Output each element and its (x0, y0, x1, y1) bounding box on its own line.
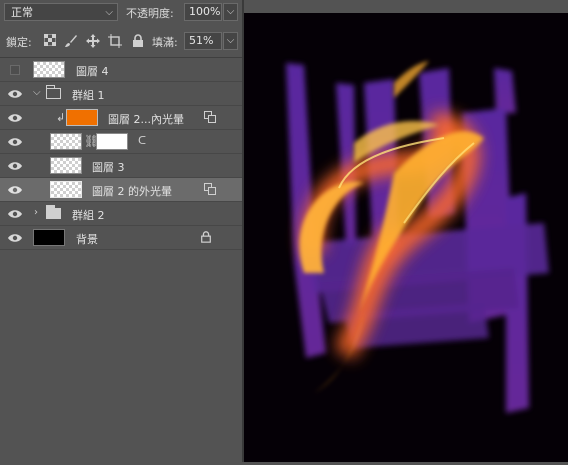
blend-mode-select[interactable]: 正常 ⌵ (4, 3, 118, 21)
eye-icon[interactable] (7, 160, 23, 172)
folder-closed-icon (46, 205, 61, 219)
lock-artboard-icon[interactable] (108, 34, 122, 48)
layer-row-layer4[interactable]: 圖層 4 (0, 58, 242, 82)
layer-name: 圖層 4 (76, 65, 109, 78)
layer-row-group1[interactable]: ⌵ 群組 1 (0, 82, 242, 106)
eye-icon[interactable] (7, 232, 23, 244)
lock-icon (201, 231, 211, 243)
clipping-arrow-icon: ↲ (56, 111, 66, 124)
layer-thumbnail (50, 181, 82, 198)
visibility-off-icon[interactable] (10, 65, 20, 75)
artwork (244, 13, 568, 462)
lock-image-pixels-icon[interactable] (64, 34, 78, 48)
eye-icon[interactable] (7, 136, 23, 148)
layer-thumbnail (33, 229, 65, 246)
fill-input[interactable]: 51% (184, 32, 222, 50)
lock-all-icon[interactable] (131, 34, 145, 48)
opacity-dropdown-button[interactable]: ⌵ (223, 3, 238, 21)
layer-thumbnail (33, 61, 65, 78)
layer-name: 背景 (76, 233, 98, 246)
blend-opacity-row: 正常 ⌵ 不透明度: 100% ⌵ (0, 0, 242, 26)
lock-position-icon[interactable] (86, 34, 100, 48)
folder-open-icon (46, 85, 61, 99)
mask-feather-icon: ᑕ (138, 134, 147, 147)
layer-thumbnail (66, 109, 98, 126)
layer-name: 圖層 2 的外光暈 (92, 185, 172, 198)
eye-icon[interactable] (7, 112, 23, 124)
eye-icon[interactable] (7, 208, 23, 220)
layer-name: 群組 1 (72, 89, 105, 102)
layer-name: 群組 2 (72, 209, 105, 222)
eye-icon[interactable] (7, 184, 23, 196)
opacity-input[interactable]: 100% (184, 3, 222, 21)
layer-name: 圖層 3 (92, 161, 125, 174)
layer-row-background[interactable]: 背景 (0, 226, 242, 250)
document-canvas[interactable] (244, 13, 568, 462)
lock-fill-row: 鎖定: 填滿: 51% ⌵ (0, 27, 242, 55)
layer-name: 圖層 2...內光暈 (108, 113, 184, 126)
smart-object-icon (204, 183, 216, 195)
layer-thumbnail (50, 133, 82, 150)
lock-transparent-pixels-icon[interactable] (43, 33, 57, 48)
blend-mode-value: 正常 (11, 6, 33, 19)
layer-thumbnail (50, 157, 82, 174)
smart-object-icon (204, 111, 216, 123)
layer-mask-thumbnail[interactable] (96, 133, 128, 150)
lock-label: 鎖定: (6, 36, 32, 49)
canvas-area[interactable] (244, 0, 568, 462)
fill-dropdown-button[interactable]: ⌵ (223, 32, 238, 50)
layer-row-inner-glow[interactable]: ↲ 圖層 2...內光暈 (0, 106, 242, 130)
fill-label: 填滿: (152, 36, 178, 49)
eye-icon[interactable] (7, 88, 23, 100)
layer-row-masked[interactable]: ⛓ ᑕ (0, 130, 242, 154)
chevron-down-icon[interactable]: ⌵ (33, 87, 41, 98)
chevron-right-icon[interactable]: › (34, 207, 38, 218)
layer-row-group2[interactable]: › 群組 2 (0, 202, 242, 226)
layer-row-layer3[interactable]: 圖層 3 (0, 154, 242, 178)
opacity-label: 不透明度: (126, 7, 174, 20)
chevron-down-icon: ⌵ (105, 7, 113, 18)
layers-panel: 正常 ⌵ 不透明度: 100% ⌵ 鎖定: 填滿: 51% ⌵ 圖層 4 ⌵ 群… (0, 0, 242, 462)
layer-row-outer-glow[interactable]: 圖層 2 的外光暈 (0, 178, 242, 202)
